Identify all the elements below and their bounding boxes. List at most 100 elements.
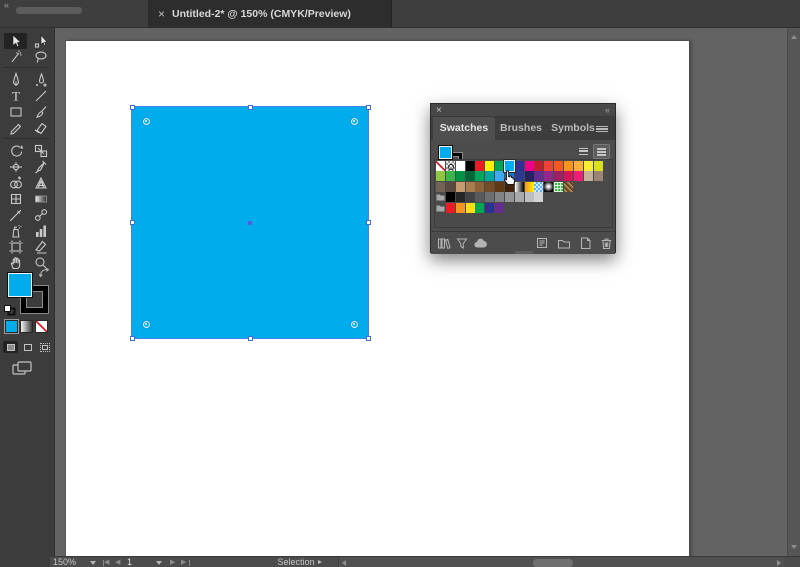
swatch[interactable] — [475, 203, 484, 213]
swatch[interactable] — [456, 161, 465, 171]
swatch[interactable] — [534, 161, 543, 171]
swatch[interactable] — [515, 171, 524, 181]
direct-selection-tool[interactable] — [29, 33, 52, 49]
swatch-gradient[interactable] — [525, 182, 534, 192]
delete-swatch-icon[interactable] — [599, 236, 613, 255]
eraser-tool[interactable] — [29, 120, 52, 136]
swatch[interactable] — [564, 161, 573, 171]
swatch-libraries-icon[interactable] — [437, 236, 451, 255]
swatch-pattern[interactable] — [564, 182, 573, 192]
gradient-tool[interactable] — [29, 191, 52, 207]
swatch[interactable] — [534, 192, 543, 202]
swatch[interactable] — [495, 192, 504, 202]
selection-handle[interactable] — [130, 105, 135, 110]
swatch[interactable] — [446, 192, 455, 202]
first-artboard-icon[interactable]: ◀ — [104, 557, 109, 567]
color-button[interactable] — [5, 320, 18, 333]
swatch-gradient[interactable] — [515, 182, 524, 192]
swatch[interactable] — [485, 171, 494, 181]
swatch[interactable] — [475, 171, 484, 181]
list-view-button[interactable] — [576, 145, 591, 158]
mesh-tool[interactable] — [4, 191, 27, 207]
status-menu-icon[interactable] — [318, 560, 322, 564]
tab-swatches[interactable]: Swatches — [433, 117, 495, 140]
draw-normal-button[interactable] — [3, 341, 18, 353]
swatch[interactable] — [475, 182, 484, 192]
draw-behind-button[interactable] — [20, 341, 35, 353]
swatch[interactable] — [466, 192, 475, 202]
scroll-right-icon[interactable] — [777, 560, 781, 566]
swap-fill-stroke-icon[interactable] — [39, 268, 50, 278]
swatch[interactable] — [436, 171, 445, 181]
swatch[interactable] — [584, 171, 593, 181]
last-artboard-icon[interactable]: ▶ — [181, 557, 186, 567]
document-tab[interactable]: × Untitled-2* @ 150% (CMYK/Preview) — [148, 0, 392, 28]
next-artboard-icon[interactable]: ▶ — [170, 557, 175, 567]
scroll-down-icon[interactable] — [791, 545, 797, 549]
width-tool[interactable] — [4, 159, 27, 175]
screen-mode-button[interactable] — [12, 361, 32, 375]
swatch[interactable] — [466, 171, 475, 181]
horizontal-scroll-thumb[interactable] — [533, 559, 573, 567]
paintbrush-tool[interactable] — [29, 104, 52, 120]
tab-symbols[interactable]: Symbols — [547, 117, 599, 140]
panel-fill-proxy[interactable] — [438, 145, 453, 160]
swatch-registration[interactable] — [446, 161, 455, 171]
swatch[interactable] — [574, 171, 583, 181]
live-corner-widget[interactable] — [143, 321, 150, 328]
show-swatch-kinds-icon[interactable] — [455, 236, 469, 255]
swatch[interactable] — [436, 182, 445, 192]
swatch[interactable] — [446, 203, 455, 213]
live-corner-widget[interactable] — [351, 321, 358, 328]
artboard-number-field[interactable]: 1 — [127, 557, 132, 567]
swatch[interactable] — [564, 171, 573, 181]
selection-handle[interactable] — [366, 220, 371, 225]
perspective-grid-tool[interactable] — [29, 175, 52, 191]
fill-color-proxy[interactable] — [7, 272, 33, 298]
blend-tool[interactable] — [29, 207, 52, 223]
vertical-scrollbar[interactable] — [787, 28, 800, 556]
selection-handle[interactable] — [366, 105, 371, 110]
magic-wand-tool[interactable] — [4, 49, 27, 65]
swatch[interactable] — [574, 161, 583, 171]
new-color-group-icon[interactable] — [557, 236, 571, 255]
swatch[interactable] — [554, 161, 563, 171]
swatch[interactable] — [505, 192, 514, 202]
collapse-dock-icon[interactable]: « — [4, 0, 8, 10]
pen-tool[interactable] — [4, 72, 27, 88]
rotate-tool[interactable] — [4, 143, 27, 159]
gradient-button[interactable] — [20, 320, 33, 333]
swatch[interactable] — [485, 192, 494, 202]
swatch[interactable] — [594, 171, 603, 181]
zoom-menu-icon[interactable] — [90, 561, 96, 565]
panel-collapse-icon[interactable]: « — [605, 104, 609, 117]
slice-tool[interactable] — [29, 239, 52, 255]
lasso-tool[interactable] — [29, 49, 52, 65]
artboard-tool[interactable] — [4, 239, 27, 255]
swatch[interactable] — [554, 171, 563, 181]
tab-brushes[interactable]: Brushes — [496, 117, 546, 140]
free-transform-tool[interactable] — [29, 159, 52, 175]
horizontal-scrollbar[interactable] — [338, 557, 784, 567]
swatch[interactable] — [456, 182, 465, 192]
symbol-sprayer-tool[interactable] — [4, 223, 27, 239]
scroll-up-icon[interactable] — [791, 35, 797, 39]
swatch[interactable] — [456, 192, 465, 202]
none-button[interactable] — [35, 320, 48, 333]
dock-grip[interactable] — [16, 7, 82, 14]
selection-handle[interactable] — [130, 220, 135, 225]
shaper-tool[interactable] — [4, 120, 27, 136]
swatch-none[interactable] — [436, 161, 445, 171]
selection-tool[interactable] — [4, 33, 27, 49]
swatch[interactable] — [475, 161, 484, 171]
swatch[interactable] — [544, 171, 553, 181]
default-fill-stroke-icon[interactable] — [4, 305, 16, 316]
swatch[interactable] — [485, 161, 494, 171]
column-graph-tool[interactable] — [29, 223, 52, 239]
close-tab-icon[interactable]: × — [158, 8, 165, 20]
live-corner-widget[interactable] — [143, 118, 150, 125]
swatch[interactable] — [515, 161, 524, 171]
grid-view-button[interactable] — [594, 145, 609, 158]
swatch[interactable] — [525, 171, 534, 181]
swatch[interactable] — [446, 171, 455, 181]
